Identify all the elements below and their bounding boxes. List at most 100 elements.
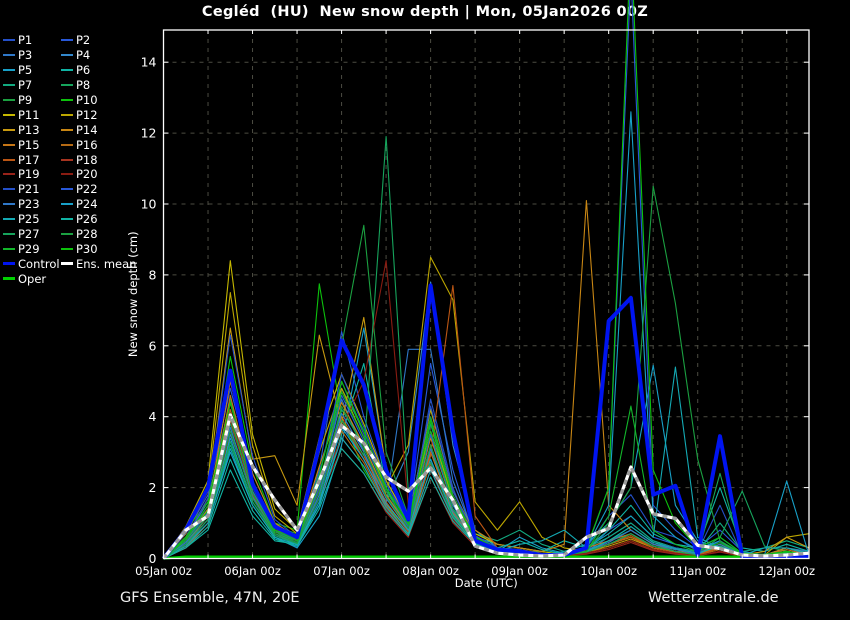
legend-item-p10: P10 (61, 93, 131, 108)
y-tick-label: 8 (149, 267, 157, 282)
legend-swatch (3, 203, 15, 205)
legend-label: P21 (18, 182, 40, 196)
legend-swatch (61, 84, 73, 86)
legend-item-p5: P5 (3, 63, 61, 78)
legend-swatch (61, 114, 73, 116)
legend-item-p3: P3 (3, 48, 61, 63)
ensemble-plume-chart: Cegléd (HU) New snow depth | Mon, 05Jan2… (0, 0, 850, 620)
legend-label: P18 (76, 153, 98, 167)
legend-item-p13: P13 (3, 122, 61, 137)
legend-label: P23 (18, 197, 40, 211)
legend-label: P8 (76, 78, 90, 92)
legend-label: P9 (18, 93, 32, 107)
y-tick-label: 14 (141, 55, 157, 70)
legend-label: P5 (18, 63, 32, 77)
legend-label: P22 (76, 182, 98, 196)
legend-label: P1 (18, 33, 32, 47)
legend-swatch (3, 248, 15, 250)
legend-swatch (3, 277, 15, 280)
model-run-label: GFS Ensemble, 47N, 20E (120, 590, 300, 606)
legend-label: P16 (76, 138, 98, 152)
legend-swatch (61, 129, 73, 131)
legend-item-p20: P20 (61, 167, 131, 182)
legend-item-p26: P26 (61, 212, 131, 227)
legend-swatch (61, 218, 73, 220)
legend-item-p14: P14 (61, 122, 131, 137)
legend-swatch (3, 69, 15, 71)
legend-swatch (3, 99, 15, 101)
legend-label: P26 (76, 212, 98, 226)
legend-swatch (61, 39, 73, 41)
legend-item-p11: P11 (3, 107, 61, 122)
legend-item-oper: Oper (3, 271, 61, 286)
legend-label: P6 (76, 63, 90, 77)
legend-item-p16: P16 (61, 137, 131, 152)
legend-swatch (61, 159, 73, 161)
legend-swatch (61, 99, 73, 101)
legend-swatch (3, 218, 15, 220)
legend: P1P2P3P4P5P6P7P8P9P10P11P12P13P14P15P16P… (3, 33, 131, 286)
series-p17 (164, 286, 810, 559)
legend-item-p19: P19 (3, 167, 61, 182)
legend-label: P15 (18, 138, 40, 152)
legend-label: P30 (76, 242, 98, 256)
series-p25 (164, 367, 810, 558)
legend-label: P7 (18, 78, 32, 92)
y-tick-label: 12 (141, 126, 157, 141)
legend-swatch (3, 233, 15, 235)
legend-swatch (61, 233, 73, 235)
x-tick-label: 07Jan 00z (313, 564, 370, 578)
source-watermark: Wetterzentrale.de (648, 590, 779, 606)
legend-item-p15: P15 (3, 137, 61, 152)
legend-label: P27 (18, 227, 40, 241)
legend-item-p22: P22 (61, 182, 131, 197)
legend-swatch (61, 69, 73, 71)
legend-item-p25: P25 (3, 212, 61, 227)
legend-label: P10 (76, 93, 98, 107)
legend-swatch (61, 262, 73, 265)
legend-item-p24: P24 (61, 197, 131, 212)
x-tick-label: 08Jan 00z (402, 564, 459, 578)
legend-item-control: Control (3, 256, 61, 271)
legend-item-p18: P18 (61, 152, 131, 167)
legend-label: P28 (76, 227, 98, 241)
legend-swatch (61, 173, 73, 175)
legend-swatch (61, 144, 73, 146)
x-tick-label: 12Jan 00z (758, 564, 815, 578)
legend-label: P12 (76, 108, 98, 122)
legend-label: Control (18, 257, 60, 271)
legend-swatch (3, 173, 15, 175)
legend-swatch (3, 39, 15, 41)
series-control (164, 286, 810, 559)
legend-label: P20 (76, 167, 98, 181)
x-tick-label: 06Jan 00z (224, 564, 281, 578)
y-tick-label: 10 (141, 197, 157, 212)
legend-label: Oper (18, 272, 46, 286)
legend-item-p6: P6 (61, 63, 131, 78)
legend-item-p28: P28 (61, 227, 131, 242)
legend-item-p27: P27 (3, 227, 61, 242)
legend-label: P14 (76, 123, 98, 137)
legend-item-p23: P23 (3, 197, 61, 212)
y-tick-label: 6 (149, 338, 157, 353)
legend-swatch (3, 129, 15, 131)
legend-item-p12: P12 (61, 107, 131, 122)
legend-swatch (61, 54, 73, 56)
legend-swatch (61, 188, 73, 190)
legend-item-p21: P21 (3, 182, 61, 197)
legend-item-p4: P4 (61, 48, 131, 63)
legend-swatch (3, 262, 15, 265)
legend-label: P2 (76, 33, 90, 47)
x-tick-label: 10Jan 00z (580, 564, 637, 578)
x-tick-label: 11Jan 00z (669, 564, 726, 578)
legend-label: P17 (18, 153, 40, 167)
legend-swatch (3, 159, 15, 161)
legend-item-p1: P1 (3, 33, 61, 48)
legend-item-p17: P17 (3, 152, 61, 167)
legend-item-p2: P2 (61, 33, 131, 48)
legend-label: P13 (18, 123, 40, 137)
legend-swatch (3, 144, 15, 146)
x-tick-label: 05Jan 00z (135, 564, 192, 578)
legend-label: P4 (76, 48, 90, 62)
x-axis-title: Date (UTC) (455, 576, 518, 590)
